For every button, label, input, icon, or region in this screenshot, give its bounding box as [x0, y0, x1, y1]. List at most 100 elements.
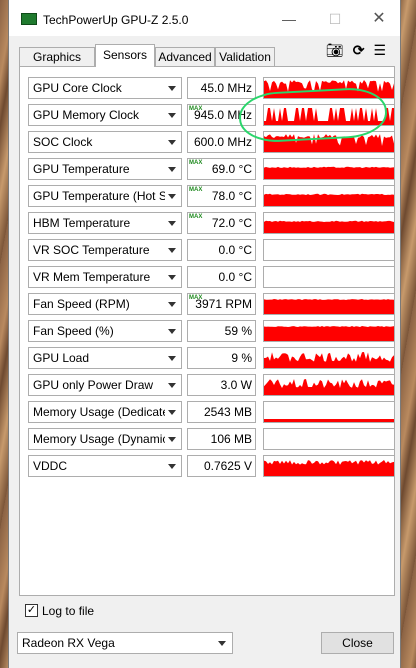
sensor-row: VR Mem Temperature 0.0 °C: [20, 266, 395, 288]
log-to-file-checkbox[interactable]: ✓: [25, 604, 38, 617]
chevron-down-icon: [168, 383, 176, 388]
sensor-name: Fan Speed (RPM): [33, 297, 130, 311]
sensor-graph-fill: [264, 134, 394, 152]
sensor-name-dropdown[interactable]: GPU Core Clock: [28, 77, 182, 99]
sensor-name: Fan Speed (%): [33, 324, 114, 338]
sensor-value-text: 600.0 MHz: [193, 135, 252, 149]
sensor-name-dropdown[interactable]: VR Mem Temperature: [28, 266, 182, 288]
sensor-name-dropdown[interactable]: GPU Memory Clock: [28, 104, 182, 126]
sensor-row: Fan Speed (RPM) MAX 3971 RPM: [20, 293, 395, 315]
sensor-value: MAX 69.0 °C: [187, 158, 256, 180]
sensor-name-dropdown[interactable]: VR SOC Temperature: [28, 239, 182, 261]
sensor-row: GPU Load 9 %: [20, 347, 395, 369]
tab-advanced[interactable]: Advanced: [155, 47, 215, 66]
sensor-row: GPU Core Clock 45.0 MHz: [20, 77, 395, 99]
sensor-name-dropdown[interactable]: HBM Temperature: [28, 212, 182, 234]
sensor-value: 0.0 °C: [187, 239, 256, 261]
log-to-file-label: Log to file: [42, 604, 95, 618]
sensor-name-dropdown[interactable]: GPU Temperature: [28, 158, 182, 180]
sensor-graph-fill: [264, 460, 394, 476]
sensor-row: Memory Usage (Dedicated) 2543 MB: [20, 401, 395, 423]
tab-sensors[interactable]: Sensors: [95, 44, 155, 67]
sensor-graph: [263, 347, 395, 369]
chevron-down-icon: [218, 641, 226, 646]
sensor-value-text: 2543 MB: [203, 405, 252, 419]
sensor-value: 3.0 W: [187, 374, 256, 396]
close-button[interactable]: Close: [321, 632, 394, 654]
device-select[interactable]: Radeon RX Vega: [17, 632, 233, 654]
sensor-value-text: 945.0 MHz: [193, 108, 252, 122]
chevron-down-icon: [168, 302, 176, 307]
gpu-z-window: TechPowerUp GPU-Z 2.5.0 — ☐ ✕ Graphics C…: [8, 0, 401, 668]
sensor-name-dropdown[interactable]: Memory Usage (Dynamic): [28, 428, 182, 450]
sensor-graph-fill: [264, 352, 394, 368]
sensor-graph: [263, 401, 395, 423]
sensor-value-text: 69.0 °C: [211, 162, 252, 176]
chevron-down-icon: [168, 194, 176, 199]
sensor-graph: [263, 266, 395, 288]
sensor-name: GPU Memory Clock: [33, 108, 140, 122]
sensor-name-dropdown[interactable]: SOC Clock: [28, 131, 182, 153]
minimize-button[interactable]: —: [275, 10, 303, 28]
sensor-name: VR Mem Temperature: [33, 270, 151, 284]
tab-graphics-card[interactable]: Graphics Card: [19, 47, 95, 82]
sensor-value-text: 0.7625 V: [203, 459, 252, 473]
sensor-graph-fill: [264, 379, 394, 395]
sensor-name-dropdown[interactable]: Fan Speed (%): [28, 320, 182, 342]
sensor-graph-fill: [264, 80, 394, 98]
refresh-icon[interactable]: ⟳: [353, 42, 365, 58]
chevron-down-icon: [168, 329, 176, 334]
window-title: TechPowerUp GPU-Z 2.5.0: [43, 13, 189, 27]
chevron-down-icon: [168, 140, 176, 145]
sensor-value-text: 3.0 W: [220, 378, 252, 392]
sensor-name-dropdown[interactable]: Fan Speed (RPM): [28, 293, 182, 315]
sensor-graph-fill: [264, 108, 394, 125]
sensor-name-dropdown[interactable]: GPU Load: [28, 347, 182, 369]
maximize-button[interactable]: ☐: [321, 10, 349, 28]
sensors-panel: GPU Core Clock 45.0 MHz GPU Memory Clock MA…: [19, 66, 395, 596]
sensor-row: GPU Temperature (Hot Spot) MAX 78.0 °C: [20, 185, 395, 207]
sensor-graph: [263, 374, 395, 396]
hamburger-menu-icon[interactable]: ☰: [373, 42, 386, 58]
sensor-graph: [263, 104, 395, 126]
sensor-value: MAX 72.0 °C: [187, 212, 256, 234]
sensor-value: MAX 3971 RPM: [187, 293, 256, 315]
sensor-name: VDDC: [33, 459, 68, 473]
sensor-value: 59 %: [187, 320, 256, 342]
max-indicator: MAX: [189, 160, 203, 166]
sensor-name: HBM Temperature: [33, 216, 131, 230]
sensor-name: GPU Temperature (Hot Spot): [33, 189, 165, 203]
sensor-value-text: 0.0 °C: [218, 243, 252, 257]
sensor-name: GPU Temperature: [33, 162, 130, 176]
sensor-name: GPU Core Clock: [33, 81, 122, 95]
sensor-graph: [263, 239, 395, 261]
sensor-value-text: 9 %: [231, 351, 252, 365]
sensor-value: 0.0 °C: [187, 266, 256, 288]
chevron-down-icon: [168, 86, 176, 91]
sensor-value: 45.0 MHz: [187, 77, 256, 99]
sensor-graph: [263, 131, 395, 153]
tab-validation[interactable]: Validation: [215, 47, 275, 66]
sensor-value: 2543 MB: [187, 401, 256, 423]
chevron-down-icon: [168, 167, 176, 172]
camera-icon[interactable]: 📷︎: [326, 42, 344, 58]
sensor-name: VR SOC Temperature: [33, 243, 150, 257]
sensor-name-dropdown[interactable]: VDDC: [28, 455, 182, 477]
sensor-row: GPU Temperature MAX 69.0 °C: [20, 158, 395, 180]
sensor-name-dropdown[interactable]: Memory Usage (Dedicated): [28, 401, 182, 423]
sensor-name-dropdown[interactable]: GPU only Power Draw: [28, 374, 182, 396]
toolbar-icons: 📷︎ ⟳ ☰: [326, 42, 386, 58]
title-bar[interactable]: TechPowerUp GPU-Z 2.5.0 — ☐ ✕: [9, 0, 400, 36]
sensor-name: SOC Clock: [33, 135, 93, 149]
sensor-value-text: 106 MB: [210, 432, 252, 446]
sensor-row: GPU only Power Draw 3.0 W: [20, 374, 395, 396]
chevron-down-icon: [168, 437, 176, 442]
chevron-down-icon: [168, 410, 176, 415]
close-window-button[interactable]: ✕: [365, 10, 393, 28]
max-indicator: MAX: [189, 214, 203, 220]
sensor-value: 9 %: [187, 347, 256, 369]
sensor-graph-fill: [264, 299, 394, 314]
sensor-value: MAX 78.0 °C: [187, 185, 256, 207]
sensor-graph: [263, 293, 395, 315]
sensor-name-dropdown[interactable]: GPU Temperature (Hot Spot): [28, 185, 182, 207]
